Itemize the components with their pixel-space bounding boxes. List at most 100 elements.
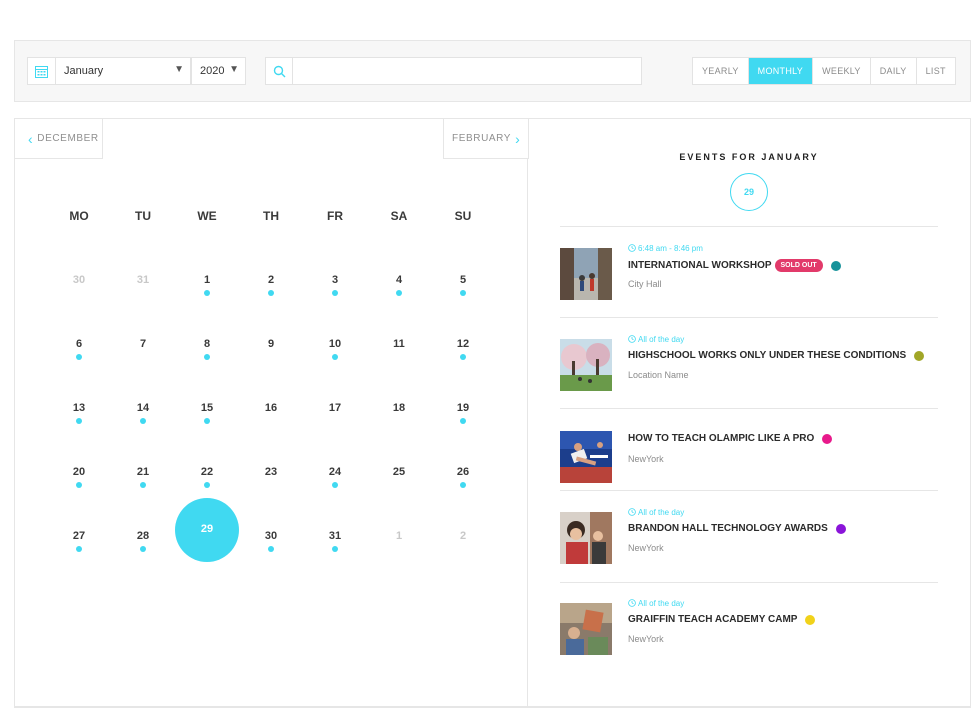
event-dot-indicator xyxy=(76,418,82,424)
day-number: 19 xyxy=(456,402,470,414)
day-number: 13 xyxy=(72,402,86,414)
day-cell[interactable]: 19 xyxy=(431,402,495,466)
day-cell[interactable]: 14 xyxy=(111,402,175,466)
next-month-button[interactable]: FEBRUARY › xyxy=(443,119,529,159)
day-cell[interactable]: 27 xyxy=(47,530,111,594)
day-number: 30 xyxy=(72,274,86,286)
day-cell[interactable]: 8 xyxy=(175,338,239,402)
divider xyxy=(14,706,971,707)
day-cell[interactable]: 6 xyxy=(47,338,111,402)
event-time-text: All of the day xyxy=(638,599,685,608)
clock-icon xyxy=(628,244,638,253)
day-number: 15 xyxy=(200,402,214,414)
event-time: All of the day xyxy=(628,599,684,608)
selected-day-cell[interactable]: 29 xyxy=(175,498,239,594)
day-number: 7 xyxy=(139,338,147,350)
event-title[interactable]: BRANDON HALL TECHNOLOGY AWARDS xyxy=(628,523,846,534)
events-panel-title: EVENTS FOR JANUARY xyxy=(679,152,819,162)
view-tab-list[interactable]: LIST xyxy=(917,58,955,84)
day-cell[interactable]: 31 xyxy=(111,274,175,338)
event-title[interactable]: GRAIFFIN TEACH ACADEMY CAMP xyxy=(628,614,816,625)
month-select[interactable]: January ▼ xyxy=(55,57,191,85)
day-cell[interactable]: 3 xyxy=(303,274,367,338)
week-row: 13 14 15 16 17 18 19 xyxy=(47,402,495,466)
event-color-dot xyxy=(835,523,846,534)
day-cell[interactable]: 5 xyxy=(431,274,495,338)
day-cell[interactable]: 23 xyxy=(239,466,303,530)
event-item[interactable]: All of the day BRANDON HALL TECHNOLOGY AW… xyxy=(560,508,938,570)
event-title-text: INTERNATIONAL WORKSHOP xyxy=(628,260,772,271)
day-cell[interactable]: 2 xyxy=(239,274,303,338)
day-cell[interactable]: 31 xyxy=(303,530,367,594)
event-time-text: All of the day xyxy=(638,335,685,344)
day-cell[interactable]: 24 xyxy=(303,466,367,530)
day-cell[interactable]: 9 xyxy=(239,338,303,402)
event-color-dot xyxy=(914,350,925,361)
weekday-label: MO xyxy=(69,209,89,223)
day-number: 25 xyxy=(392,466,406,478)
week-row: 20 21 22 23 24 25 26 xyxy=(47,466,495,530)
day-cell[interactable]: 30 xyxy=(47,274,111,338)
day-cell[interactable]: 10 xyxy=(303,338,367,402)
view-tab-daily[interactable]: DAILY xyxy=(871,58,917,84)
event-dot-indicator xyxy=(460,290,466,296)
event-item[interactable]: All of the day GRAIFFIN TEACH ACADEMY CAM… xyxy=(560,599,938,661)
day-number: 9 xyxy=(267,338,275,350)
event-title-text: HOW TO TEACH OLAMPIC LIKE A PRO xyxy=(628,433,815,444)
event-title-text: HIGHSCHOOL WORKS ONLY UNDER THESE CONDIT… xyxy=(628,350,907,361)
events-panel: EVENTS FOR JANUARY 29 6:48 am - 8:46 pm I… xyxy=(528,119,970,707)
event-location: NewYork xyxy=(628,543,664,553)
search-input[interactable] xyxy=(292,57,642,85)
day-number: 28 xyxy=(136,530,150,542)
day-cell[interactable]: 16 xyxy=(239,402,303,466)
event-separator xyxy=(560,317,938,318)
event-separator xyxy=(560,582,938,583)
event-title[interactable]: INTERNATIONAL WORKSHOP SOLD OUT xyxy=(628,259,841,272)
prev-month-label: DECEMBER xyxy=(37,133,99,144)
day-cell[interactable]: 20 xyxy=(47,466,111,530)
day-cell[interactable]: 2 xyxy=(431,530,495,594)
view-tab-yearly[interactable]: YEARLY xyxy=(693,58,749,84)
year-select[interactable]: 2020 ▼ xyxy=(191,57,246,85)
day-cell[interactable]: 28 xyxy=(111,530,175,594)
next-month-label: FEBRUARY xyxy=(452,133,512,144)
view-tab-monthly[interactable]: MONTHLY xyxy=(748,58,814,84)
weekday-label: TU xyxy=(135,209,151,223)
event-thumbnail xyxy=(560,512,612,564)
day-cell[interactable]: 12 xyxy=(431,338,495,402)
day-cell[interactable]: 7 xyxy=(111,338,175,402)
search-button[interactable] xyxy=(265,57,293,85)
event-title[interactable]: HIGHSCHOOL WORKS ONLY UNDER THESE CONDIT… xyxy=(628,350,925,361)
event-color-dot xyxy=(822,433,833,444)
view-tab-weekly[interactable]: WEEKLY xyxy=(813,58,871,84)
day-cell[interactable]: 1 xyxy=(367,530,431,594)
day-cell[interactable]: 4 xyxy=(367,274,431,338)
day-cell[interactable]: 15 xyxy=(175,402,239,466)
prev-month-button[interactable]: ‹ DECEMBER xyxy=(14,119,103,159)
event-item[interactable]: 6:48 am - 8:46 pm INTERNATIONAL WORKSHOP S… xyxy=(560,244,938,306)
calendar-button[interactable] xyxy=(27,57,56,85)
event-dot-indicator xyxy=(140,418,146,424)
event-thumbnail xyxy=(560,431,612,483)
weekday-label: SU xyxy=(454,209,472,223)
day-cell[interactable]: 25 xyxy=(367,466,431,530)
event-separator xyxy=(560,226,938,227)
day-cell[interactable]: 13 xyxy=(47,402,111,466)
day-cell[interactable]: 21 xyxy=(111,466,175,530)
day-number: 27 xyxy=(72,530,86,542)
day-cell[interactable]: 18 xyxy=(367,402,431,466)
day-cell[interactable]: 17 xyxy=(303,402,367,466)
event-time: All of the day xyxy=(628,508,684,517)
day-cell[interactable]: 26 xyxy=(431,466,495,530)
event-time: All of the day xyxy=(628,335,684,344)
day-cell[interactable]: 11 xyxy=(367,338,431,402)
day-number: 24 xyxy=(328,466,342,478)
event-item[interactable]: HOW TO TEACH OLAMPIC LIKE A PRO NewYork xyxy=(560,427,938,489)
event-dot-indicator xyxy=(76,546,82,552)
day-cell[interactable]: 30 xyxy=(239,530,303,594)
day-cell[interactable]: 1 xyxy=(175,274,239,338)
event-title[interactable]: HOW TO TEACH OLAMPIC LIKE A PRO xyxy=(628,433,833,444)
day-number: 11 xyxy=(393,338,405,350)
day-number: 8 xyxy=(203,338,211,350)
event-item[interactable]: All of the day HIGHSCHOOL WORKS ONLY UNDE… xyxy=(560,335,938,397)
